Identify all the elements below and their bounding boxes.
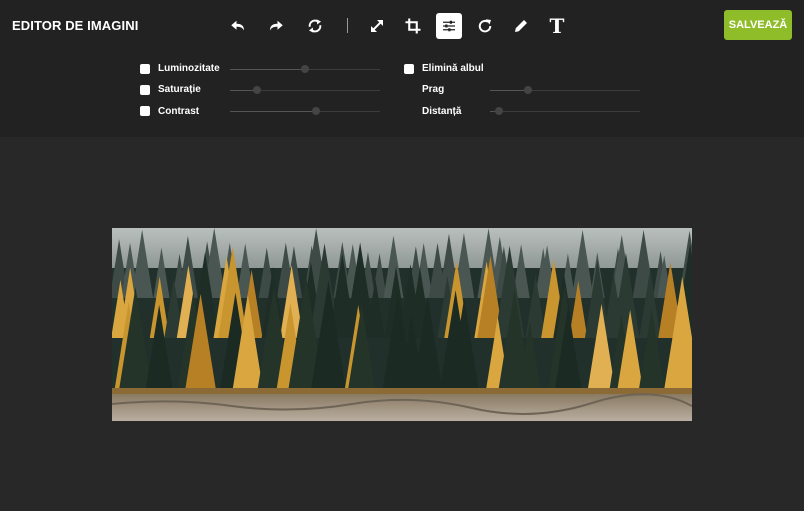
brightness-checkbox[interactable] [140, 64, 150, 74]
reset-button[interactable] [302, 13, 328, 39]
crop-icon [405, 18, 421, 34]
draw-button[interactable] [508, 13, 534, 39]
contrast-label: Contrast [158, 106, 200, 117]
saturation-label: Saturație [158, 84, 201, 95]
threshold-slider-thumb[interactable] [523, 86, 532, 94]
toolbar-separator [347, 18, 348, 33]
brightness-slider-fill [230, 69, 305, 70]
text-icon: T [549, 14, 565, 38]
redo-icon [270, 20, 283, 31]
contrast-checkbox[interactable] [140, 106, 150, 116]
threshold-label: Prag [422, 84, 445, 95]
top-toolbar: EDITOR DE IMAGINI T SALVEAZĂ [0, 0, 804, 50]
saturation-slider[interactable] [230, 86, 380, 94]
undo-button[interactable] [225, 13, 251, 39]
remove-white-label: Elimină albul [422, 63, 484, 74]
brightness-slider-thumb[interactable] [301, 65, 309, 73]
distance-slider-thumb[interactable] [495, 107, 503, 115]
resize-icon [371, 20, 383, 32]
distance-slider[interactable] [490, 107, 640, 115]
crop-button[interactable] [400, 13, 426, 39]
undo-icon [231, 20, 244, 31]
adjust-icon [443, 20, 455, 32]
contrast-slider-thumb[interactable] [311, 107, 320, 115]
edited-image[interactable] [112, 228, 692, 421]
reset-icon [308, 19, 322, 33]
forest-photo [112, 228, 692, 421]
contrast-slider[interactable] [230, 107, 380, 115]
distance-label: Distanță [422, 106, 462, 117]
app-title: EDITOR DE IMAGINI [12, 18, 139, 33]
text-button[interactable]: T [544, 13, 570, 39]
threshold-slider[interactable] [490, 86, 640, 94]
adjust-button[interactable] [436, 13, 462, 39]
adjustments-panel: Luminozitate Saturație Contrast Elimină … [0, 50, 804, 137]
saturation-slider-thumb[interactable] [253, 86, 261, 94]
redo-button[interactable] [263, 13, 289, 39]
brightness-slider[interactable] [230, 65, 380, 73]
save-button[interactable]: SALVEAZĂ [724, 10, 792, 40]
resize-button[interactable] [364, 13, 390, 39]
brightness-label: Luminozitate [158, 63, 220, 74]
remove-white-checkbox[interactable] [404, 64, 414, 74]
rotate-button[interactable] [472, 13, 498, 39]
rotate-icon [478, 19, 492, 33]
contrast-slider-fill [230, 111, 316, 112]
threshold-slider-fill [490, 90, 528, 91]
saturation-checkbox[interactable] [140, 85, 150, 95]
draw-icon [515, 20, 527, 32]
